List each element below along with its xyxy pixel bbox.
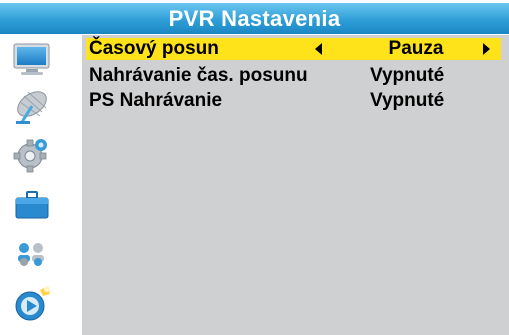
menu-item-time-shift[interactable]: Časový posun Pauza	[86, 38, 501, 60]
toolbox-icon[interactable]	[10, 184, 54, 224]
media-play-icon[interactable]	[10, 282, 54, 322]
menu-item-value: Vypnuté	[370, 90, 445, 111]
menu-item-time-shift-recording[interactable]: Nahrávanie čas. posunu Vypnuté	[86, 65, 501, 87]
pvr-settings-screen: PVR Nastavenia Časový posun Pauza Nahráv…	[0, 0, 509, 335]
satellite-dish-icon[interactable]	[10, 86, 54, 126]
settings-panel: Časový posun Pauza Nahrávanie čas. posun…	[82, 35, 509, 335]
menu-item-value: Pauza	[388, 38, 444, 59]
menu-item-value: Vypnuté	[370, 65, 445, 86]
sidebar	[0, 34, 77, 335]
settings-gear-icon[interactable]	[10, 134, 54, 174]
arrow-left-icon[interactable]	[315, 43, 322, 55]
tv-icon[interactable]	[10, 38, 54, 78]
menu-item-label: Časový posun	[89, 38, 219, 59]
users-icon[interactable]	[10, 234, 54, 274]
page-title: PVR Nastavenia	[0, 3, 509, 34]
menu-item-label: PS Nahrávanie	[89, 90, 223, 111]
arrow-right-icon[interactable]	[483, 43, 490, 55]
menu-item-label: Nahrávanie čas. posunu	[89, 65, 308, 86]
menu-item-ps-recording[interactable]: PS Nahrávanie Vypnuté	[86, 90, 501, 112]
